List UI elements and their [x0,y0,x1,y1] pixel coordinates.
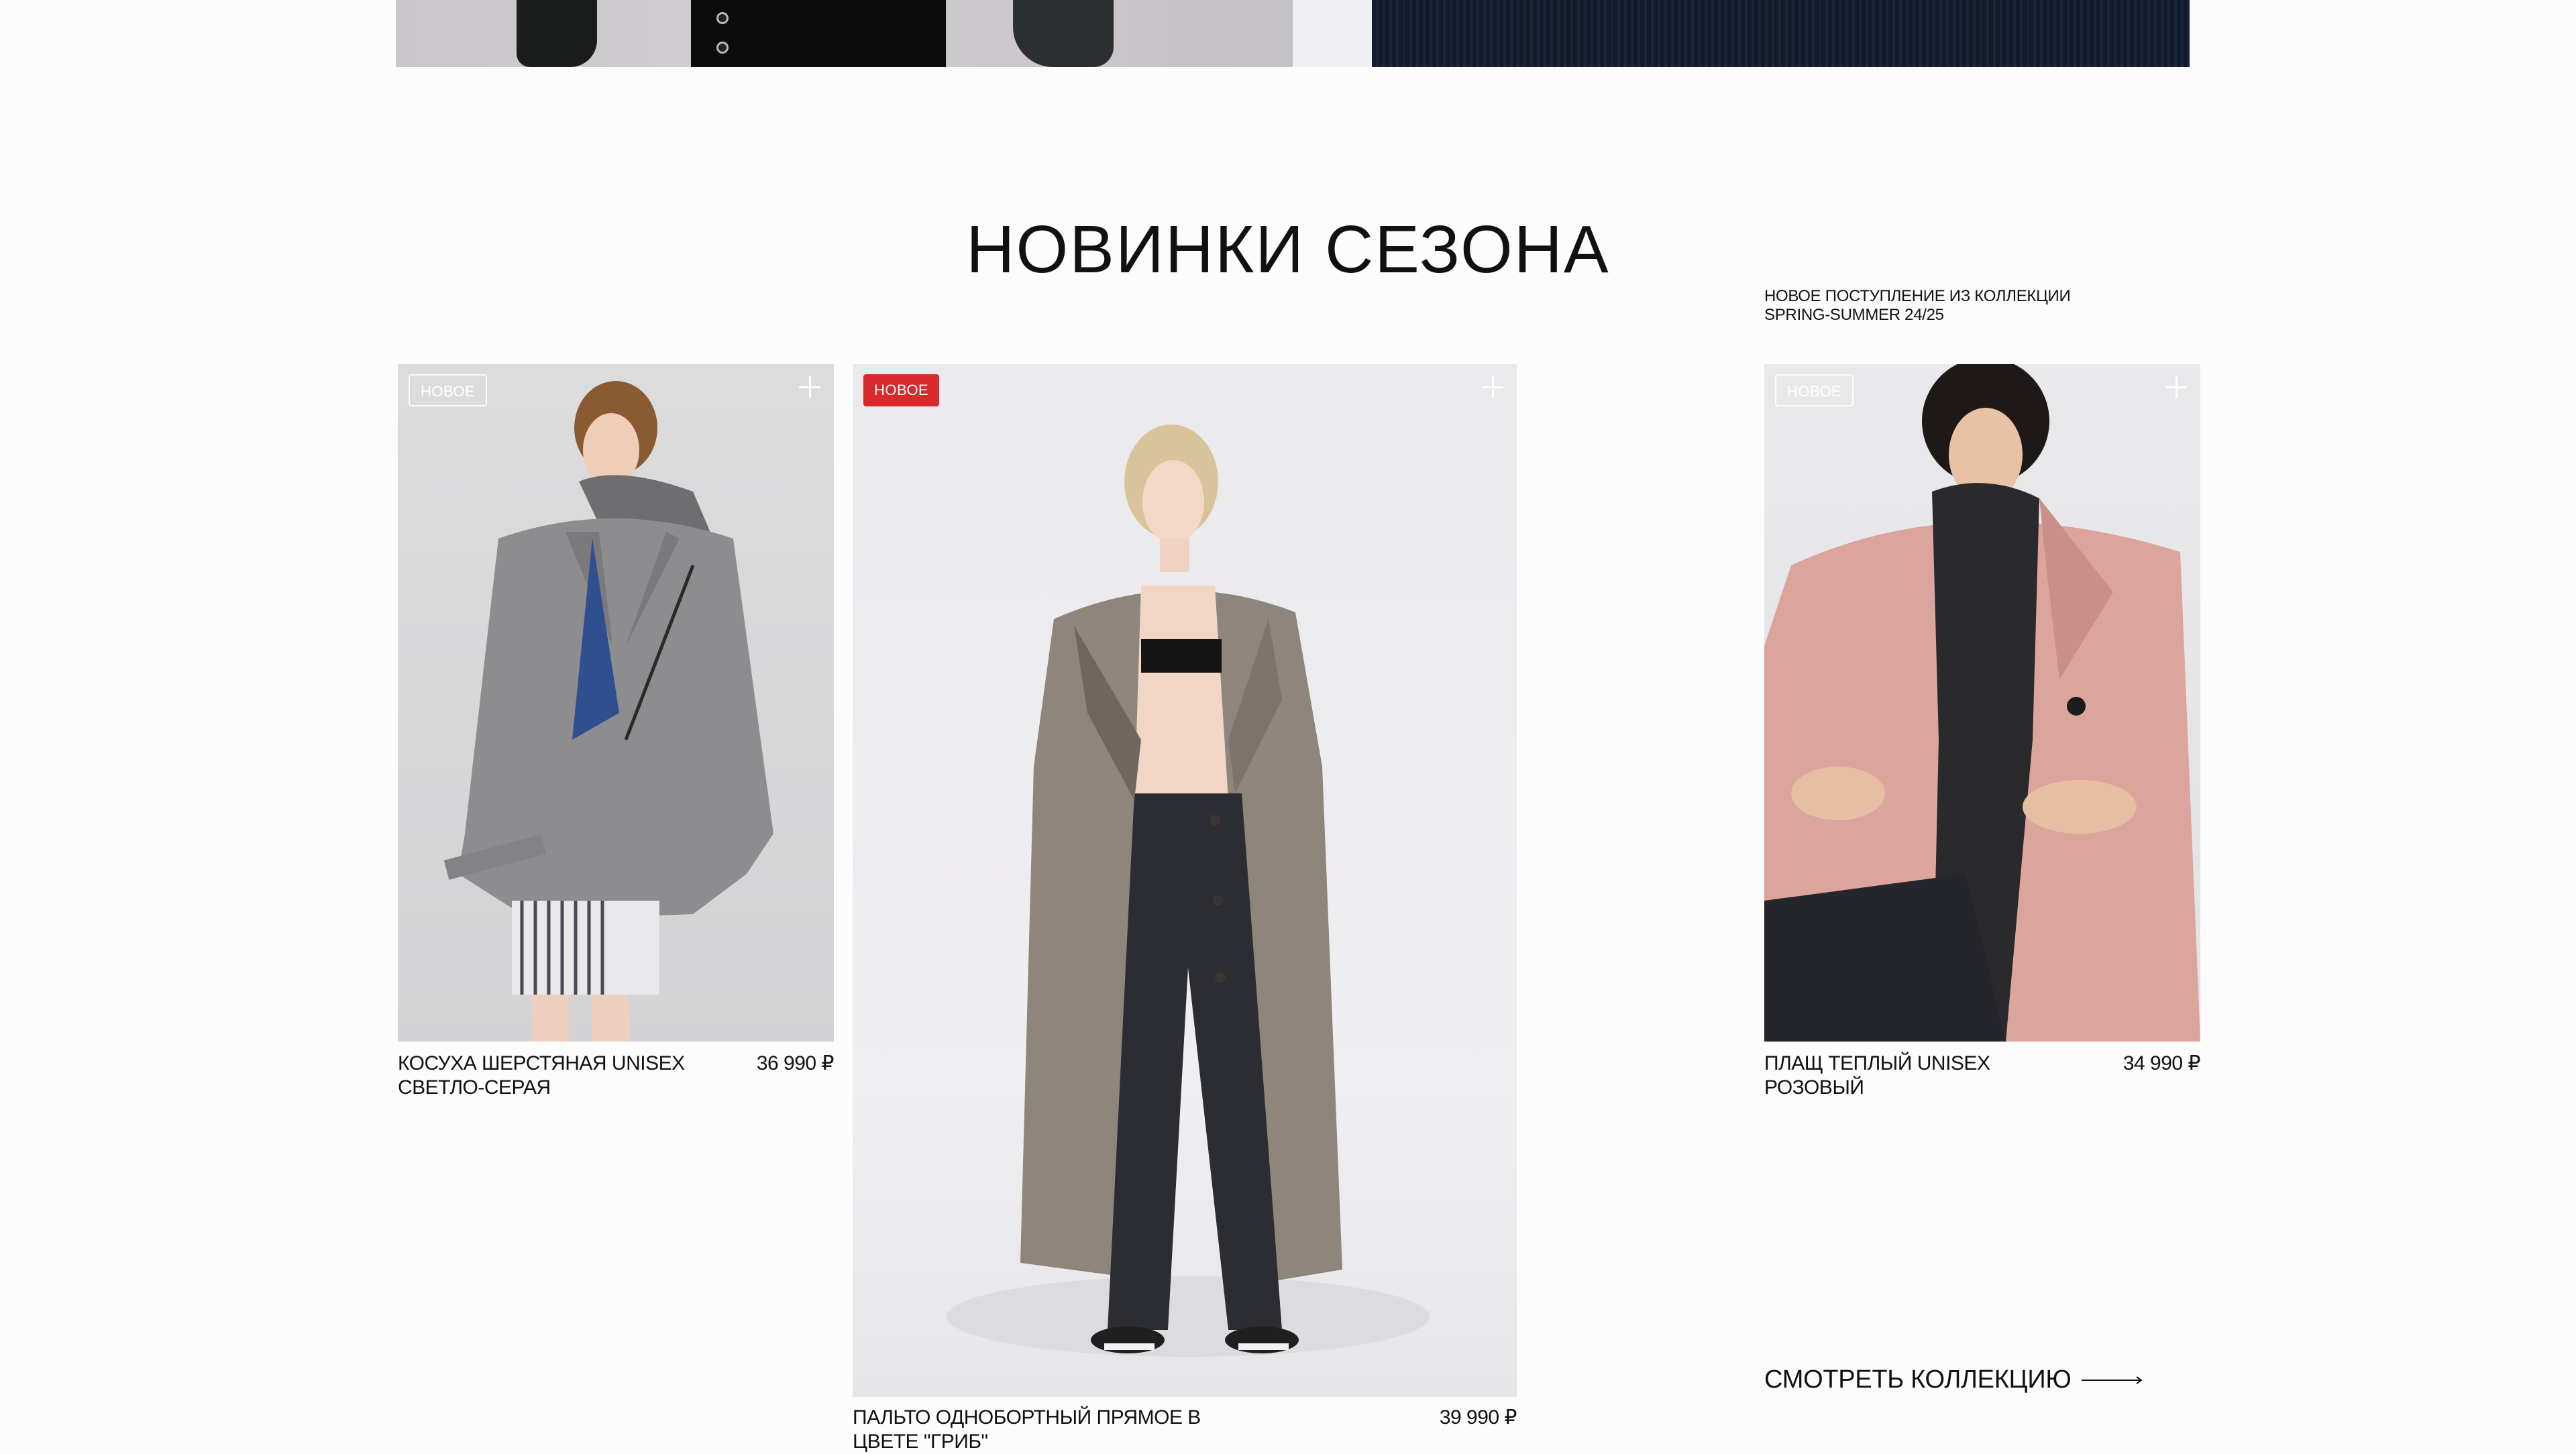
add-to-wishlist-plus-icon[interactable] [1478,372,1507,402]
product-price: 34 990 ₽ [2123,1052,2201,1074]
hero-garment-shape [1013,0,1114,67]
product-card[interactable]: НОВОЕ КОСУХА ШЕРСТЯНАЯ UNISEX СВЕТЛО-СЕР… [398,364,835,1109]
arrow-right-icon [2082,1376,2143,1384]
add-to-wishlist-plus-icon[interactable] [2161,372,2191,402]
grommet-detail [716,42,729,54]
product-name[interactable]: КОСУХА ШЕРСТЯНАЯ UNISEX СВЕТЛО-СЕРАЯ [398,1052,706,1100]
product-photo[interactable]: НОВОЕ [853,364,1517,1397]
product-card[interactable]: НОВОЕ ПАЛЬТО ОДНОБОРТНЫЙ ПРЯМОЕ В ЦВЕТЕ … [853,364,1517,1453]
product-name[interactable]: ПЛАЩ ТЕПЛЫЙ UNISEX РОЗОВЫЙ [1764,1052,2073,1100]
section-title: НОВИНКИ СЕЗОНА [966,212,1610,287]
view-collection-link[interactable]: СМОТРЕТЬ КОЛЛЕКЦИЮ [1764,1365,2143,1394]
hero-image-left[interactable] [396,0,1293,67]
product-photo-illustration [1764,364,2200,1042]
hero-garment-shape [691,0,946,67]
hero-banner-strip [396,0,2190,67]
collection-note: НОВОЕ ПОСТУПЛЕНИЕ ИЗ КОЛЛЕКЦИИ SPRING-SU… [1764,287,2071,324]
add-to-wishlist-plus-icon[interactable] [795,372,824,402]
product-price: 36 990 ₽ [756,1052,835,1074]
product-name[interactable]: ПАЛЬТО ОДНОБОРТНЫЙ ПРЯМОЕ В ЦВЕТЕ "ГРИБ" [853,1406,1228,1454]
new-badge: НОВОЕ [409,374,488,406]
product-photo-illustration [443,381,773,1042]
product-photo-illustration [947,425,1430,1357]
hero-image-right[interactable] [1293,0,2190,67]
product-price: 39 990 ₽ [1439,1406,1517,1429]
grommet-detail [716,12,729,24]
product-photo[interactable]: НОВОЕ [1764,364,2200,1042]
new-badge: НОВОЕ [863,374,940,406]
product-card[interactable]: НОВОЕ ПЛАЩ ТЕПЛЫЙ UNISEX РОЗОВЫЙ 34 990 … [1764,364,2201,1109]
new-badge: НОВОЕ [1775,374,1854,406]
view-collection-label: СМОТРЕТЬ КОЛЛЕКЦИЮ [1764,1365,2072,1394]
hero-garment-shape [517,0,597,67]
hero-knit-texture [1372,0,2190,67]
product-photo[interactable]: НОВОЕ [398,364,834,1042]
